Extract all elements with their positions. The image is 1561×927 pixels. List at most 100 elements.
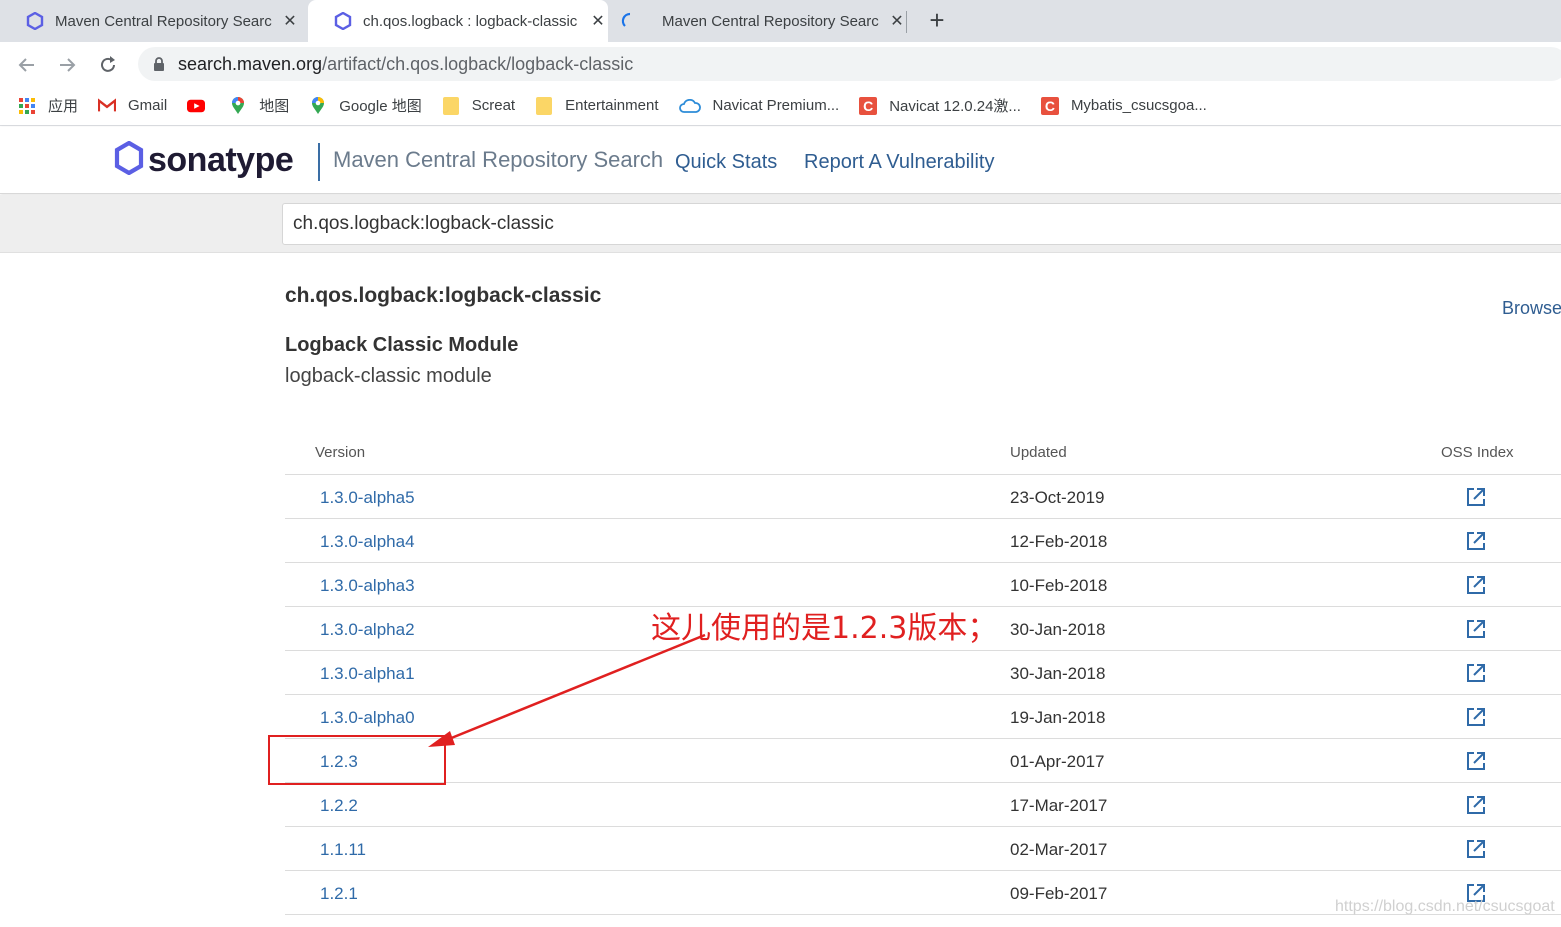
bookmark-mybatis[interactable]: C Mybatis_csucsgoa... [1040, 96, 1207, 115]
nav-quick-stats[interactable]: Quick Stats [675, 151, 777, 174]
bookmark-label: Gmail [128, 97, 168, 114]
bookmark-navicat-12[interactable]: C Navicat 12.0.24激... [859, 95, 1021, 116]
new-tab-icon[interactable]: + [923, 5, 951, 35]
reload-icon[interactable] [93, 50, 123, 80]
bookmark-label: 应用 [48, 98, 79, 115]
bookmark-label: Navicat Premium... [712, 97, 840, 114]
search-input[interactable]: ch.qos.logback:logback-classic [282, 203, 1561, 245]
maps-pin-icon [229, 96, 247, 115]
cloud-icon [678, 97, 701, 115]
folder-icon [442, 96, 460, 115]
external-link-icon[interactable] [1465, 838, 1487, 860]
table-row: 1.3.0-alpha0 19-Jan-2018 [285, 695, 1561, 739]
browser-toolbar: search.maven.org/artifact/ch.qos.logback… [0, 42, 1561, 86]
bookmark-navicat-premium[interactable]: Navicat Premium... [678, 97, 840, 115]
bookmark-folder-screat[interactable]: Screat [442, 96, 516, 115]
site-title[interactable]: Maven Central Repository Search [333, 147, 663, 173]
browser-tab-1[interactable]: Maven Central Repository Search ✕ [0, 0, 308, 42]
maps-pin-icon [309, 96, 327, 115]
bookmark-gmail[interactable]: Gmail [98, 97, 167, 115]
table-row: 1.3.0-alpha3 10-Feb-2018 [285, 563, 1561, 607]
module-description: logback-classic module [285, 365, 492, 387]
close-tab-icon[interactable]: ✕ [889, 11, 905, 31]
bookmark-label: Navicat 12.0.24激... [889, 98, 1021, 115]
table-header: Version Updated OSS Index [285, 430, 1561, 475]
search-strip: ch.qos.logback:logback-classic [0, 195, 1561, 253]
version-link[interactable]: 1.1.11 [320, 840, 366, 860]
bookmark-folder-entertainment[interactable]: Entertainment [535, 96, 659, 115]
sonatype-hex-icon [25, 11, 45, 31]
external-link-icon[interactable] [1465, 706, 1487, 728]
bookmark-google-maps[interactable]: Google 地图 [309, 95, 422, 116]
bookmark-label: Mybatis_csucsgoa... [1070, 97, 1207, 114]
browser-tab-3[interactable]: Maven Central Repository Search ✕ [608, 0, 906, 42]
youtube-icon [187, 97, 206, 115]
version-link[interactable]: 1.3.0-alpha2 [320, 620, 415, 640]
forward-arrow-icon[interactable] [52, 50, 82, 80]
external-link-icon[interactable] [1465, 618, 1487, 640]
tab-title: ch.qos.logback : logback-classic [363, 12, 578, 30]
csdn-icon: C [859, 96, 878, 115]
artifact-title: ch.qos.logback:logback-classic [285, 284, 602, 307]
site-header: sonatype Maven Central Repository Search… [0, 127, 1561, 194]
external-link-icon[interactable] [1465, 530, 1487, 552]
sonatype-hex-icon [114, 140, 144, 180]
folder-icon [535, 96, 553, 115]
updated-date: 23-Oct-2019 [1010, 488, 1105, 507]
updated-date: 02-Mar-2017 [1010, 840, 1108, 859]
version-link[interactable]: 1.3.0-alpha1 [320, 664, 415, 684]
version-link[interactable]: 1.3.0-alpha3 [320, 576, 415, 596]
updated-date: 09-Feb-2017 [1010, 884, 1108, 903]
external-link-icon[interactable] [1465, 486, 1487, 508]
url-host: search.maven.org [178, 53, 323, 74]
version-link[interactable]: 1.2.2 [320, 796, 358, 816]
tab-title: Maven Central Repository Search [55, 12, 272, 30]
close-tab-icon[interactable]: ✕ [282, 11, 298, 31]
sonatype-hex-icon [333, 11, 353, 31]
address-bar[interactable]: search.maven.org/artifact/ch.qos.logback… [138, 47, 1561, 81]
gmail-icon [98, 97, 117, 115]
external-link-icon[interactable] [1465, 662, 1487, 684]
sonatype-logo[interactable]: sonatype [114, 140, 294, 180]
column-header-oss-index: OSS Index [1441, 444, 1514, 461]
loading-spinner-icon [620, 11, 640, 31]
back-arrow-icon[interactable] [12, 50, 42, 80]
bookmark-apps[interactable]: 应用 [18, 95, 78, 116]
column-header-updated[interactable]: Updated [1010, 444, 1067, 461]
bookmark-label: Screat [471, 97, 516, 114]
version-link[interactable]: 1.3.0-alpha5 [320, 488, 415, 508]
apps-grid-icon [18, 97, 36, 115]
logo-text: sonatype [148, 141, 294, 179]
close-tab-icon[interactable]: ✕ [590, 11, 606, 31]
csdn-icon: C [1040, 96, 1059, 115]
table-row: 1.1.11 02-Mar-2017 [285, 827, 1561, 871]
external-link-icon[interactable] [1465, 750, 1487, 772]
browse-link[interactable]: Browse [1502, 298, 1561, 319]
browser-tab-bar: Maven Central Repository Search ✕ ch.qos… [0, 0, 1561, 42]
updated-date: 10-Feb-2018 [1010, 576, 1108, 595]
version-link[interactable]: 1.2.1 [320, 884, 358, 904]
updated-date: 19-Jan-2018 [1010, 708, 1106, 727]
table-row: 1.3.0-alpha5 23-Oct-2019 [285, 475, 1561, 519]
table-row: 1.2.3 01-Apr-2017 [285, 739, 1561, 783]
column-header-version[interactable]: Version [315, 444, 365, 461]
updated-date: 12-Feb-2018 [1010, 532, 1108, 551]
url-path: /artifact/ch.qos.logback/logback-classic [322, 53, 634, 74]
annotation-highlight-box [268, 735, 446, 785]
nav-report-vulnerability[interactable]: Report A Vulnerability [804, 151, 994, 174]
table-row: 1.2.2 17-Mar-2017 [285, 783, 1561, 827]
lock-icon [152, 57, 166, 71]
updated-date: 17-Mar-2017 [1010, 796, 1108, 815]
bookmark-youtube[interactable] [187, 97, 209, 115]
version-link[interactable]: 1.3.0-alpha0 [320, 708, 415, 728]
external-link-icon[interactable] [1465, 794, 1487, 816]
annotation-text: 这儿使用的是1.2.3版本； [651, 611, 998, 646]
versions-table: Version Updated OSS Index 1.3.0-alpha5 23… [285, 430, 1561, 915]
browser-tab-2[interactable]: ch.qos.logback : logback-classic ✕ [308, 0, 608, 42]
bookmark-maps[interactable]: 地图 [229, 95, 289, 116]
watermark: https://blog.csdn.net/csucsgoat [1335, 898, 1555, 915]
updated-date: 01-Apr-2017 [1010, 752, 1105, 771]
tab-title: Maven Central Repository Search [662, 12, 879, 30]
external-link-icon[interactable] [1465, 574, 1487, 596]
version-link[interactable]: 1.3.0-alpha4 [320, 532, 415, 552]
